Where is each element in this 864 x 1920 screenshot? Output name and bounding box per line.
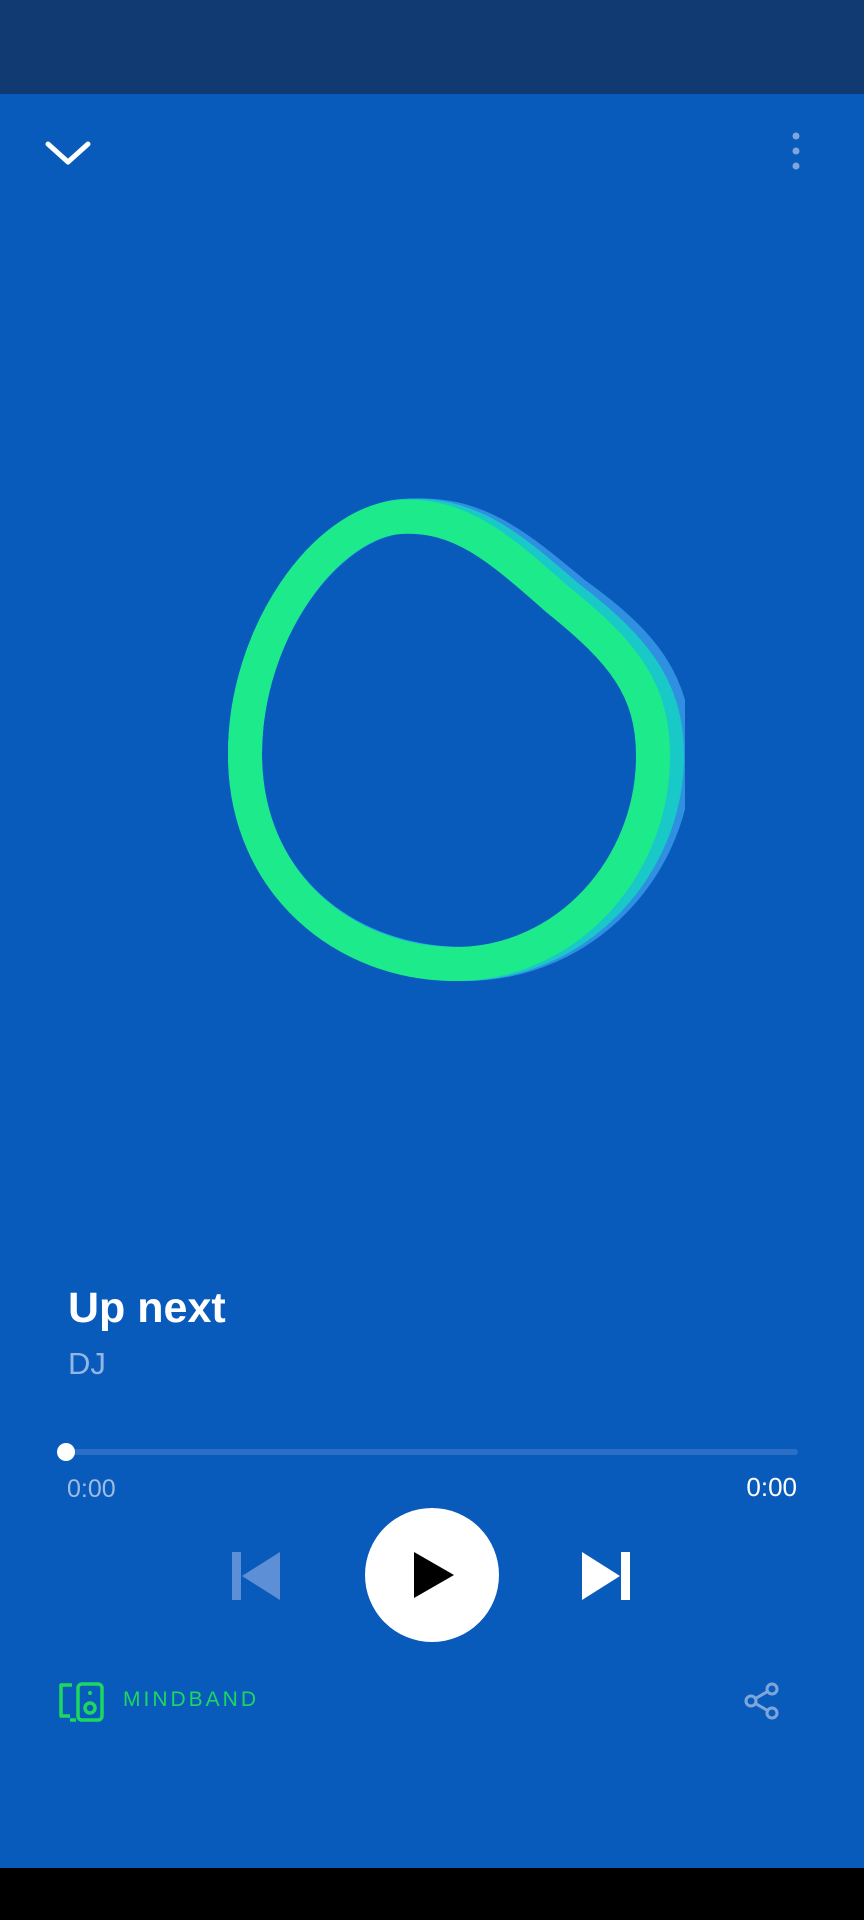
connect-device-icon: [59, 1682, 104, 1722]
device-name[interactable]: MINDBAND: [123, 1688, 259, 1712]
status-bar: [0, 0, 864, 94]
play-button[interactable]: [365, 1508, 499, 1642]
chevron-down-icon: [45, 141, 91, 165]
previous-button[interactable]: [228, 1546, 284, 1606]
track-artist[interactable]: DJ: [68, 1346, 106, 1382]
play-icon: [414, 1552, 454, 1598]
collapse-button[interactable]: [36, 128, 100, 178]
more-options-button[interactable]: [776, 126, 816, 176]
share-icon: [744, 1682, 779, 1720]
track-title: Up next: [68, 1284, 226, 1332]
progress-bar[interactable]: [57, 1440, 800, 1464]
system-navigation-bar: [0, 1868, 864, 1920]
progress-knob[interactable]: [57, 1443, 75, 1461]
total-time: 0:00: [746, 1472, 797, 1502]
next-button[interactable]: [578, 1546, 634, 1606]
progress-track: [66, 1449, 798, 1455]
more-vertical-icon: [792, 132, 800, 170]
connect-device-button[interactable]: [58, 1680, 106, 1724]
elapsed-time: 0:00: [67, 1475, 116, 1503]
share-button[interactable]: [742, 1680, 782, 1722]
dj-ring-visual: [227, 498, 685, 982]
skip-next-icon: [582, 1552, 630, 1600]
skip-previous-icon: [232, 1552, 280, 1600]
